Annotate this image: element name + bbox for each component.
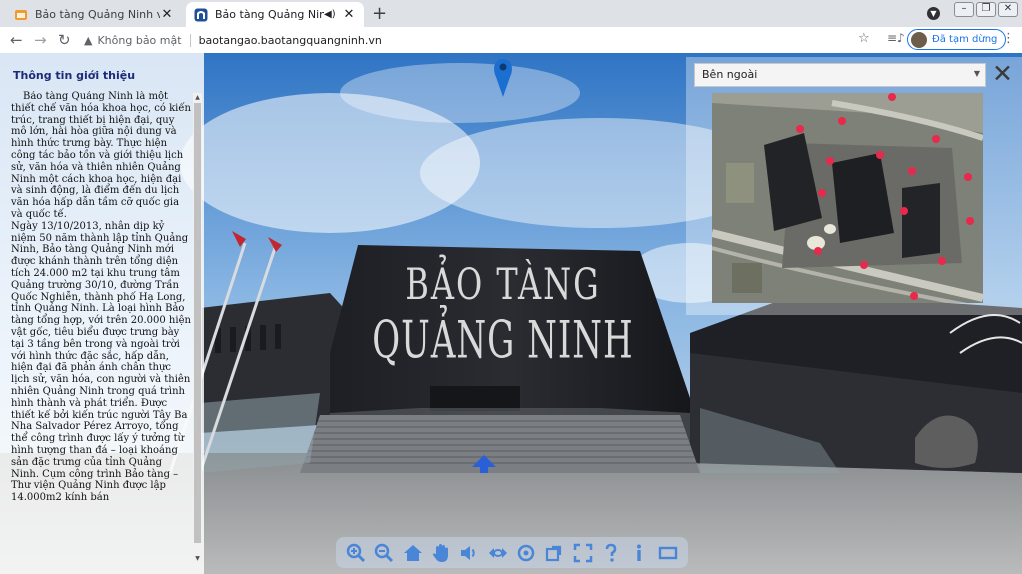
info-panel-title: Thông tin giới thiệu	[13, 69, 136, 82]
panel-icon	[658, 546, 677, 559]
info-paragraph: Bảo tàng Quảng Ninh là một thiết chế văn…	[11, 91, 191, 220]
info-panel: Thông tin giới thiệu Bảo tàng Quảng Ninh…	[0, 53, 204, 574]
address-bar[interactable]: ▲ Không bảo mật baotangao.baotangquangni…	[84, 30, 878, 50]
tab-active[interactable]: Bảo tàng Quảng Ninh ◀) ✕	[186, 2, 364, 27]
zoom-out-icon	[375, 543, 394, 562]
scroll-up-icon[interactable]: ▲	[193, 94, 202, 101]
info-button[interactable]	[628, 542, 650, 564]
profile-paused-button[interactable]: Đã tạm dừng	[907, 29, 1007, 50]
tab-title: Bảo tàng Quảng Ninh	[215, 8, 324, 21]
new-tab-button[interactable]: +	[372, 3, 387, 24]
map-panel: Bên ngoài ▼ ✕	[686, 57, 1022, 315]
info-icon	[637, 544, 642, 561]
tab-close-icon[interactable]: ✕	[342, 7, 356, 22]
rotate-view-button[interactable]	[543, 542, 565, 564]
info-scrollbar[interactable]: ▲ ▼	[193, 93, 202, 563]
help-icon	[605, 543, 617, 562]
media-icon[interactable]: ▼	[927, 7, 940, 20]
help-button[interactable]	[600, 542, 622, 564]
browser-toolbar: ← → ↻ ▲ Không bảo mật baotangao.baotangq…	[0, 27, 1022, 53]
reload-button[interactable]: ↻	[58, 31, 71, 49]
scroll-down-icon[interactable]: ▼	[193, 555, 202, 562]
panel-toggle-button[interactable]	[657, 542, 679, 564]
back-button[interactable]: ←	[10, 31, 23, 49]
rotate-view-icon	[546, 545, 562, 561]
sound-button[interactable]	[458, 542, 480, 564]
zoom-in-button[interactable]	[345, 542, 367, 564]
panorama-viewport[interactable]: BẢO TÀNG QUẢNG NINH Thông tin giới thiệu…	[0, 53, 1022, 574]
fullscreen-icon	[573, 543, 593, 562]
scene-select-value: Bên ngoài	[702, 68, 758, 81]
tab-strip: Bảo tàng Quảng Ninh với công tác ✕ Bảo t…	[0, 0, 1022, 27]
pan-button[interactable]	[430, 542, 452, 564]
sound-icon	[461, 545, 476, 560]
fullscreen-button[interactable]	[572, 542, 594, 564]
tour-control-bar	[336, 537, 688, 568]
security-label[interactable]: Không bảo mật	[97, 34, 181, 47]
orange-favicon-icon	[15, 9, 27, 20]
tab-inactive[interactable]: Bảo tàng Quảng Ninh với công tác ✕	[6, 2, 182, 27]
scroll-thumb[interactable]	[194, 103, 201, 543]
sign-line-2: QUẢNG NINH	[372, 311, 634, 371]
omnibox-divider	[189, 33, 191, 47]
forward-button[interactable]: →	[34, 31, 47, 49]
url-text[interactable]: baotangao.baotangquangninh.vn	[199, 34, 382, 47]
window-controls: – ❐ ✕	[952, 2, 1018, 17]
museum-favicon-icon	[194, 8, 208, 21]
home-button[interactable]	[402, 542, 424, 564]
minimap[interactable]	[712, 93, 983, 303]
info-panel-body[interactable]: Bảo tàng Quảng Ninh là một thiết chế văn…	[11, 91, 191, 563]
scene-select[interactable]: Bên ngoài ▼	[694, 63, 986, 87]
sign-line-1: BẢO TÀNG	[405, 258, 601, 310]
minimize-icon[interactable]: –	[954, 2, 974, 17]
building-sign: BẢO TÀNG QUẢNG NINH	[358, 253, 648, 371]
tab-title: Bảo tàng Quảng Ninh với công tác	[35, 8, 160, 21]
zoom-in-icon	[346, 543, 366, 562]
hand-icon	[433, 543, 449, 562]
paused-label: Đã tạm dừng	[932, 34, 998, 45]
info-paragraph: Ngày 13/10/2013, nhân dịp kỷ niệm 50 năm…	[11, 220, 191, 504]
rotate-icon	[488, 547, 507, 558]
reset-icon	[517, 544, 535, 561]
avatar	[911, 31, 927, 48]
maximize-icon[interactable]: ❐	[976, 2, 996, 17]
reset-button[interactable]	[515, 542, 537, 564]
browser-window: Bảo tàng Quảng Ninh với công tác ✕ Bảo t…	[0, 0, 1022, 574]
rotate-button[interactable]	[487, 542, 509, 564]
tab-close-icon[interactable]: ✕	[160, 7, 174, 22]
zoom-out-button[interactable]	[373, 542, 395, 564]
caret-down-icon: ▼	[973, 69, 980, 78]
reading-list-icon[interactable]: ≡♪	[887, 31, 905, 45]
speaker-icon[interactable]: ◀)	[324, 9, 338, 20]
close-window-icon[interactable]: ✕	[998, 2, 1018, 17]
stairs	[300, 415, 700, 473]
menu-icon[interactable]: ⋮	[1002, 31, 1015, 46]
bookmark-star-icon[interactable]: ☆	[858, 31, 870, 46]
home-icon	[403, 544, 422, 561]
warning-icon[interactable]: ▲	[84, 34, 92, 47]
map-close-icon[interactable]: ✕	[992, 61, 1013, 86]
